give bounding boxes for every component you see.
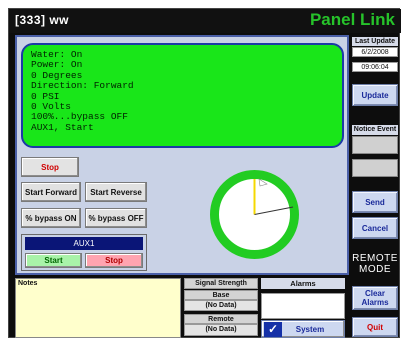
update-button[interactable]: Update xyxy=(352,84,398,106)
stop-button[interactable]: Stop xyxy=(21,157,79,177)
status-line: AUX1, Start xyxy=(31,121,94,133)
clear-alarms-line-2: Alarms xyxy=(361,298,389,307)
signal-strength-label: Signal Strength xyxy=(184,278,258,289)
notice-event-box-2 xyxy=(352,159,398,177)
remote-mode-indicator: REMOTE MODE xyxy=(352,253,398,275)
start-reverse-button[interactable]: Start Reverse xyxy=(85,182,147,202)
remote-label: Remote xyxy=(184,314,258,324)
remote-mode-line-2: MODE xyxy=(359,264,391,275)
notes-label: Notes xyxy=(18,280,38,287)
bypass-on-button[interactable]: % bypass ON xyxy=(21,208,81,228)
notice-event-label: Notice Event xyxy=(352,125,398,135)
alarms-label: Alarms xyxy=(261,278,345,289)
status-display: Water: On Power: On 0 Degrees Direction:… xyxy=(21,43,344,148)
alarms-list xyxy=(261,293,345,319)
panel-link-window: [333] ww Panel Link Water: On Power: On … xyxy=(8,8,401,338)
site-title: [333] ww xyxy=(15,13,70,27)
notice-event-box-1 xyxy=(352,136,398,154)
start-forward-button[interactable]: Start Forward xyxy=(21,182,81,202)
quit-button[interactable]: Quit xyxy=(352,317,398,337)
clear-alarms-button[interactable]: Clear Alarms xyxy=(352,286,398,310)
system-button-label: System xyxy=(295,324,325,334)
status-line: 0 PSI xyxy=(31,90,60,102)
cancel-button[interactable]: Cancel xyxy=(352,217,398,239)
aux-start-button[interactable]: Start xyxy=(25,253,82,268)
app-title: Panel Link xyxy=(309,10,395,29)
base-value: (No Data) xyxy=(184,300,258,311)
title-bar: [333] ww Panel Link xyxy=(9,9,401,33)
last-update-label: Last Update xyxy=(352,37,398,46)
notes-area[interactable]: Notes xyxy=(15,278,181,338)
remote-mode-line-1: REMOTE xyxy=(352,253,398,264)
direction-gauge xyxy=(210,170,299,259)
send-button[interactable]: Send xyxy=(352,191,398,213)
status-line: Direction: Forward xyxy=(31,80,134,92)
bypass-off-button[interactable]: % bypass OFF xyxy=(85,208,147,228)
main-panel: Water: On Power: On 0 Degrees Direction:… xyxy=(15,35,349,275)
remote-value: (No Data) xyxy=(184,324,258,336)
system-button[interactable]: ✓ System xyxy=(261,320,345,338)
last-update-time: 09:06:04 xyxy=(352,62,398,72)
aux-header: AUX1 xyxy=(25,237,143,250)
system-logo-icon: ✓ xyxy=(264,322,282,337)
aux-control-group: AUX1 Start Stop xyxy=(21,234,147,271)
last-update-date: 6/2/2008 xyxy=(352,47,398,57)
base-label: Base xyxy=(184,290,258,300)
clear-alarms-line-1: Clear xyxy=(364,289,385,298)
aux-stop-button[interactable]: Stop xyxy=(85,253,143,268)
